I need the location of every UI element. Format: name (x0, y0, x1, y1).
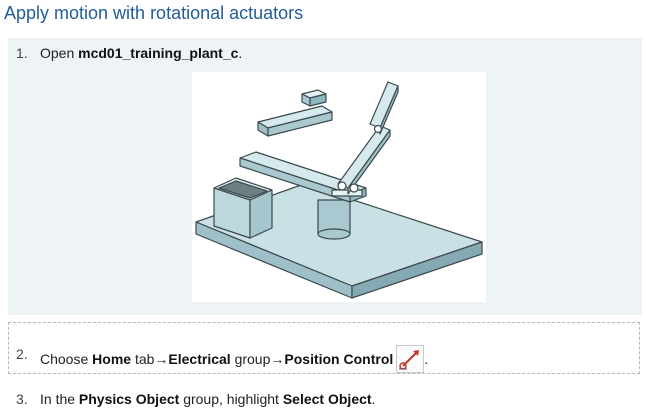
command-name: Position Control (284, 351, 394, 367)
step-number: 2. (16, 346, 28, 362)
command-name: Select Object (282, 391, 372, 407)
training-plant-model-image (195, 81, 483, 299)
step-text-part: In the (40, 391, 79, 407)
step-number: 1. (16, 45, 28, 61)
step-text: Choose Home tab→Electrical group→Positio… (40, 345, 428, 373)
step-text-part: . (371, 391, 376, 407)
step-text-part: . (424, 351, 429, 367)
step-text-part: group, highlight (179, 391, 283, 407)
arrow: → (154, 351, 169, 367)
step-text-part: . (238, 45, 243, 61)
step-text-part: tab (131, 351, 155, 367)
step-text: In the Physics Object group, highlight S… (40, 390, 375, 408)
position-control-icon (396, 345, 425, 373)
file-name: mcd01_training_plant_c (78, 45, 239, 61)
step-text-part: group (230, 351, 271, 367)
menu-name: Electrical (168, 351, 231, 367)
menu-name: Home (92, 351, 132, 367)
model-figure (192, 72, 486, 302)
page-title: Apply motion with rotational actuators (4, 3, 304, 23)
step-text: Open mcd01_training_plant_c. (40, 44, 242, 62)
group-name: Physics Object (78, 391, 180, 407)
step-number: 3. (16, 391, 28, 407)
step-text-part: Choose (40, 351, 93, 367)
step-text-part: Open (40, 45, 79, 61)
arrow: → (270, 351, 285, 367)
